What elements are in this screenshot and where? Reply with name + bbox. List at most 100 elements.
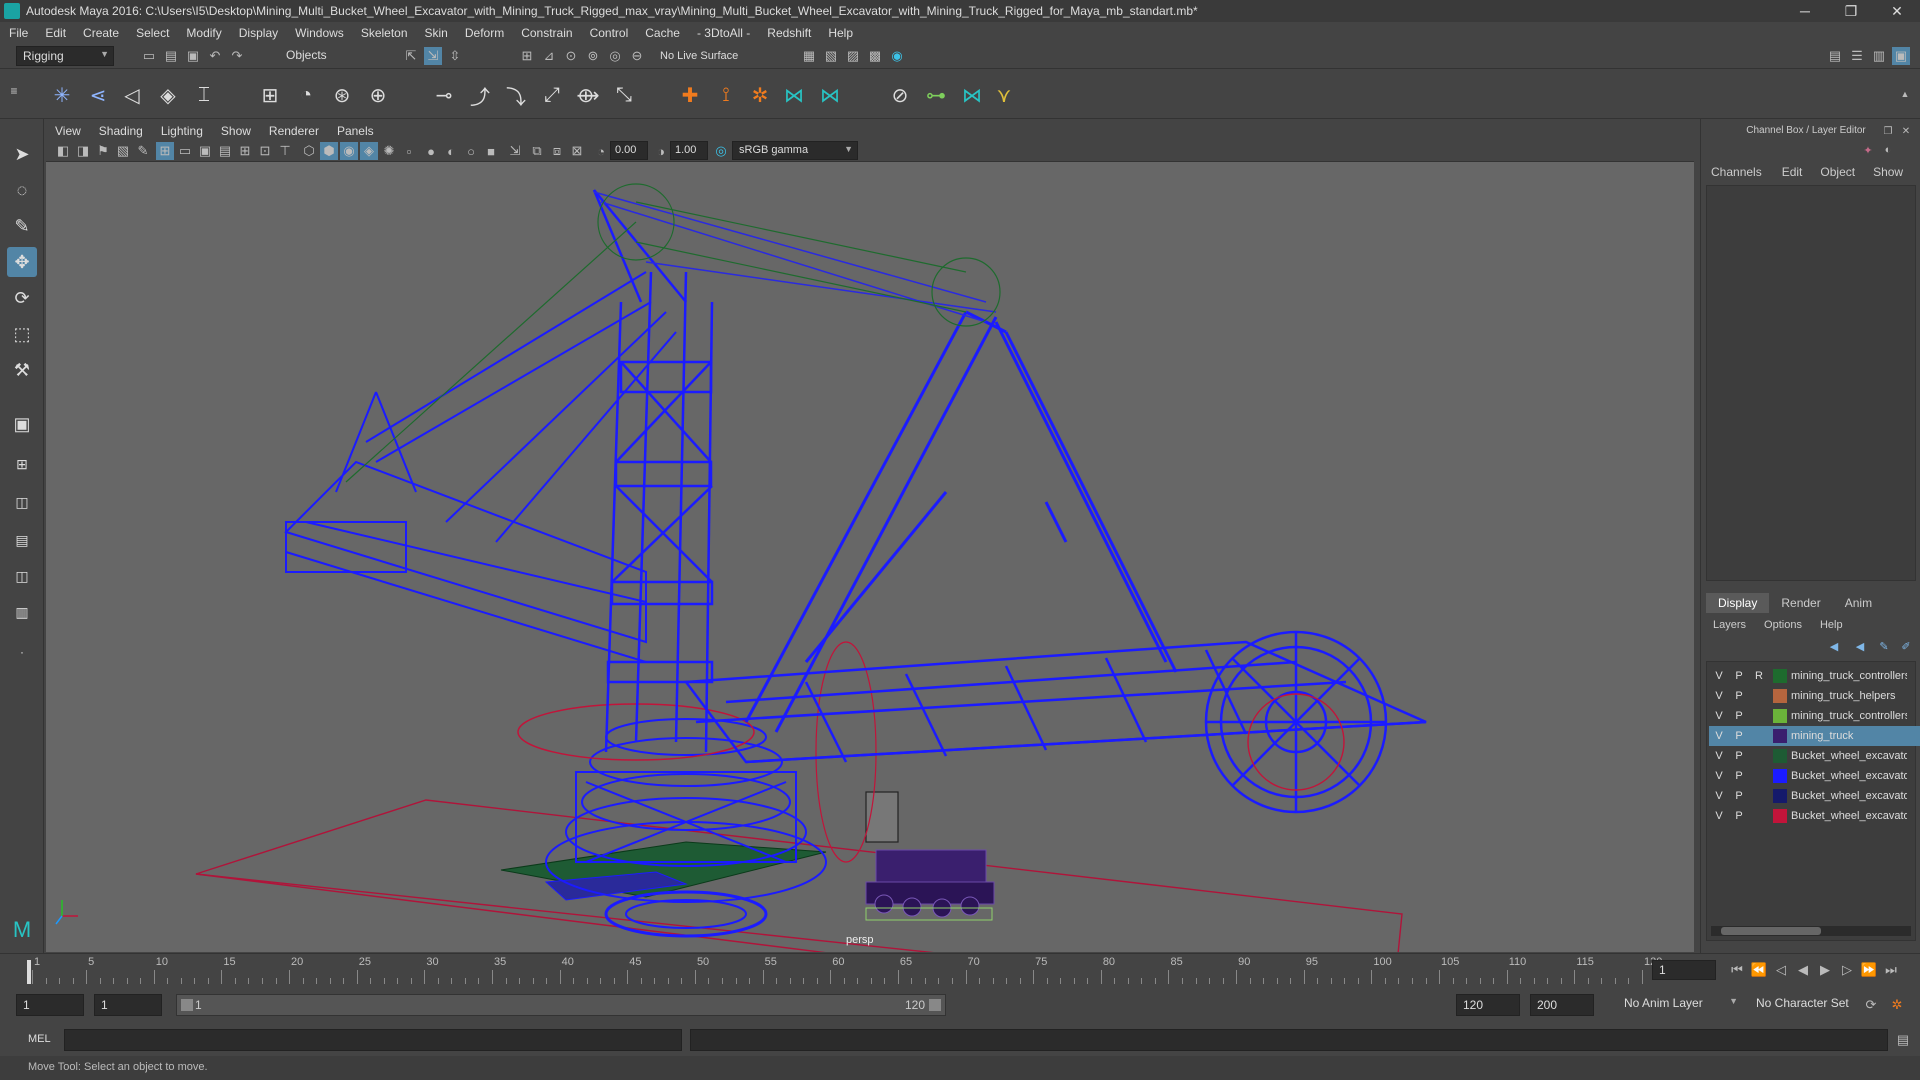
attribute-editor-icon[interactable]: ☰ (1848, 47, 1866, 65)
menu-create[interactable]: Create (74, 26, 127, 40)
bind-skin-icon[interactable]: ⊞ (256, 81, 284, 109)
gamma-icon[interactable]: ◑ (652, 142, 670, 160)
character-set-dropdown[interactable]: No Character Set (1750, 994, 1866, 1016)
snap-point-icon[interactable]: ⊙ (562, 47, 580, 65)
orient-joint-icon[interactable]: ⌶ (190, 81, 218, 109)
menu-cache[interactable]: Cache (636, 26, 688, 40)
menu-skin[interactable]: Skin (416, 26, 456, 40)
menu-display[interactable]: Display (230, 26, 286, 40)
film-gate-icon[interactable]: ▭ (176, 142, 194, 160)
layer-visibility-toggle[interactable]: V (1709, 710, 1729, 722)
layer-playback-toggle[interactable]: P (1729, 670, 1749, 682)
layer-visibility-toggle[interactable]: V (1709, 750, 1729, 762)
layer-row[interactable]: V P Bucket_wheel_excavator (1709, 786, 1920, 806)
menu-help[interactable]: Help (819, 26, 861, 40)
menu-modify[interactable]: Modify (177, 26, 229, 40)
layout-graph-icon[interactable]: ◫ (7, 561, 37, 591)
channel-show-menu[interactable]: Show (1873, 165, 1903, 179)
hik-icon[interactable]: ✲ (746, 81, 774, 109)
ambient-occlusion-icon[interactable]: ● (422, 142, 440, 160)
layer-row[interactable]: V P mining_truck_helpers (1709, 686, 1920, 706)
layer-playback-toggle[interactable]: P (1729, 810, 1749, 822)
panel-menu-shading[interactable]: Shading (90, 124, 152, 138)
locator-icon[interactable]: ✚ (676, 81, 704, 109)
color-management-icon[interactable]: ◎ (712, 142, 730, 160)
open-scene-icon[interactable]: ▤ (162, 47, 180, 65)
panel-menu-view[interactable]: View (46, 124, 90, 138)
layer-row[interactable]: V P Bucket_wheel_excavator (1709, 806, 1920, 826)
layer-help-menu[interactable]: Help (1820, 619, 1843, 631)
bookmark-icon[interactable]: ⚑ (94, 142, 112, 160)
layer-visibility-toggle[interactable]: V (1709, 810, 1729, 822)
textured-icon[interactable]: ◈ (360, 142, 378, 160)
go-to-end-icon[interactable]: ⏭ (1882, 961, 1900, 979)
channel-edit-menu[interactable]: Edit (1782, 165, 1803, 179)
field-chart-icon[interactable]: ⊞ (236, 142, 254, 160)
panel-close-icon[interactable]: ✕ (1897, 122, 1915, 140)
smooth-shade-icon[interactable]: ⬢ (320, 142, 338, 160)
snap-live-icon[interactable]: ⊖ (628, 47, 646, 65)
layer-row[interactable]: V P Bucket_wheel_excavator (1709, 746, 1920, 766)
selection-mode-dropdown[interactable]: Objects (280, 46, 380, 66)
snap-grid-icon[interactable]: ⊞ (518, 47, 536, 65)
point-constraint-icon[interactable]: ⊸ (430, 81, 458, 109)
panel-float-icon[interactable]: ❐ (1879, 122, 1897, 140)
layer-playback-toggle[interactable]: P (1729, 710, 1749, 722)
move-layer-up-icon[interactable]: ◀ (1825, 637, 1843, 655)
layer-color-swatch[interactable] (1773, 809, 1787, 823)
tab-display[interactable]: Display (1706, 593, 1770, 613)
panel-menu-lighting[interactable]: Lighting (152, 124, 212, 138)
channel-icon-b[interactable]: ◐ (1879, 141, 1897, 159)
menu-constrain[interactable]: Constrain (512, 26, 580, 40)
viewport-persp[interactable]: persp (46, 162, 1694, 952)
layer-visibility-toggle[interactable]: V (1709, 770, 1729, 782)
menu-windows[interactable]: Windows (286, 26, 352, 40)
xray-joints-icon[interactable]: ⧈ (548, 142, 566, 160)
hypershade-icon[interactable]: ▩ (866, 47, 884, 65)
current-frame-field[interactable]: 1 (1652, 960, 1716, 980)
scrollbar-thumb[interactable] (1721, 927, 1821, 935)
layer-color-swatch[interactable] (1773, 769, 1787, 783)
menu-deform[interactable]: Deform (456, 26, 512, 40)
minimize-button[interactable]: ─ (1782, 0, 1828, 22)
menuset-dropdown[interactable]: Rigging ▼ (16, 46, 114, 66)
layer-row[interactable]: V P mining_truck_controllers (1709, 706, 1920, 726)
select-object-icon[interactable]: ⇲ (424, 47, 442, 65)
aim-constraint-icon[interactable]: ⤴ (466, 81, 494, 109)
select-component-icon[interactable]: ⇳ (446, 47, 464, 65)
menu-3dtoall[interactable]: - 3DtoAll - (688, 26, 758, 40)
layer-color-swatch[interactable] (1773, 689, 1787, 703)
layer-playback-toggle[interactable]: P (1729, 790, 1749, 802)
layer-visibility-toggle[interactable]: V (1709, 790, 1729, 802)
channels-menu[interactable]: Channels (1711, 165, 1762, 179)
scale-constraint-icon[interactable]: ⤢ (538, 81, 566, 109)
live-surface-label[interactable]: No Live Surface (660, 50, 738, 62)
command-language-label[interactable]: MEL (28, 1033, 51, 1045)
snap-curve-icon[interactable]: ⊿ (540, 47, 558, 65)
scene-start-field[interactable]: 1 (16, 994, 84, 1016)
layer-color-swatch[interactable] (1773, 669, 1787, 683)
layout-outliner-icon[interactable]: ▤ (7, 525, 37, 555)
last-tool-icon[interactable]: ⚒ (7, 355, 37, 385)
mel-input[interactable] (64, 1029, 682, 1051)
script-editor-icon[interactable]: ▤ (1894, 1031, 1912, 1049)
render-view-icon[interactable]: ◉ (888, 47, 906, 65)
gate-mask-icon[interactable]: ▤ (216, 142, 234, 160)
maya-home-icon[interactable]: M (7, 915, 37, 945)
layer-playback-toggle[interactable]: P (1729, 690, 1749, 702)
blend-shape-icon[interactable]: ⊶ (922, 81, 950, 109)
paint-weights-icon[interactable]: ◔ (292, 81, 320, 109)
lattice-icon[interactable]: ⊛ (328, 81, 356, 109)
camera-attrs-icon[interactable]: ◨ (74, 142, 92, 160)
layer-visibility-toggle[interactable]: V (1709, 730, 1729, 742)
move-tool-icon[interactable]: ✥ (7, 247, 37, 277)
lasso-tool-icon[interactable]: ◌ (7, 175, 37, 205)
go-to-start-icon[interactable]: ⏮ (1728, 961, 1746, 979)
xray-icon[interactable]: ⧉ (528, 142, 546, 160)
play-forward-icon[interactable]: ▶ (1816, 961, 1834, 979)
orient-constraint-icon[interactable]: ⤵ (502, 81, 530, 109)
menu-control[interactable]: Control (581, 26, 637, 40)
render-frame-icon[interactable]: ▦ (800, 47, 818, 65)
scene-end-field[interactable]: 200 (1530, 994, 1594, 1016)
motion-blur-icon[interactable]: ◐ (442, 142, 460, 160)
